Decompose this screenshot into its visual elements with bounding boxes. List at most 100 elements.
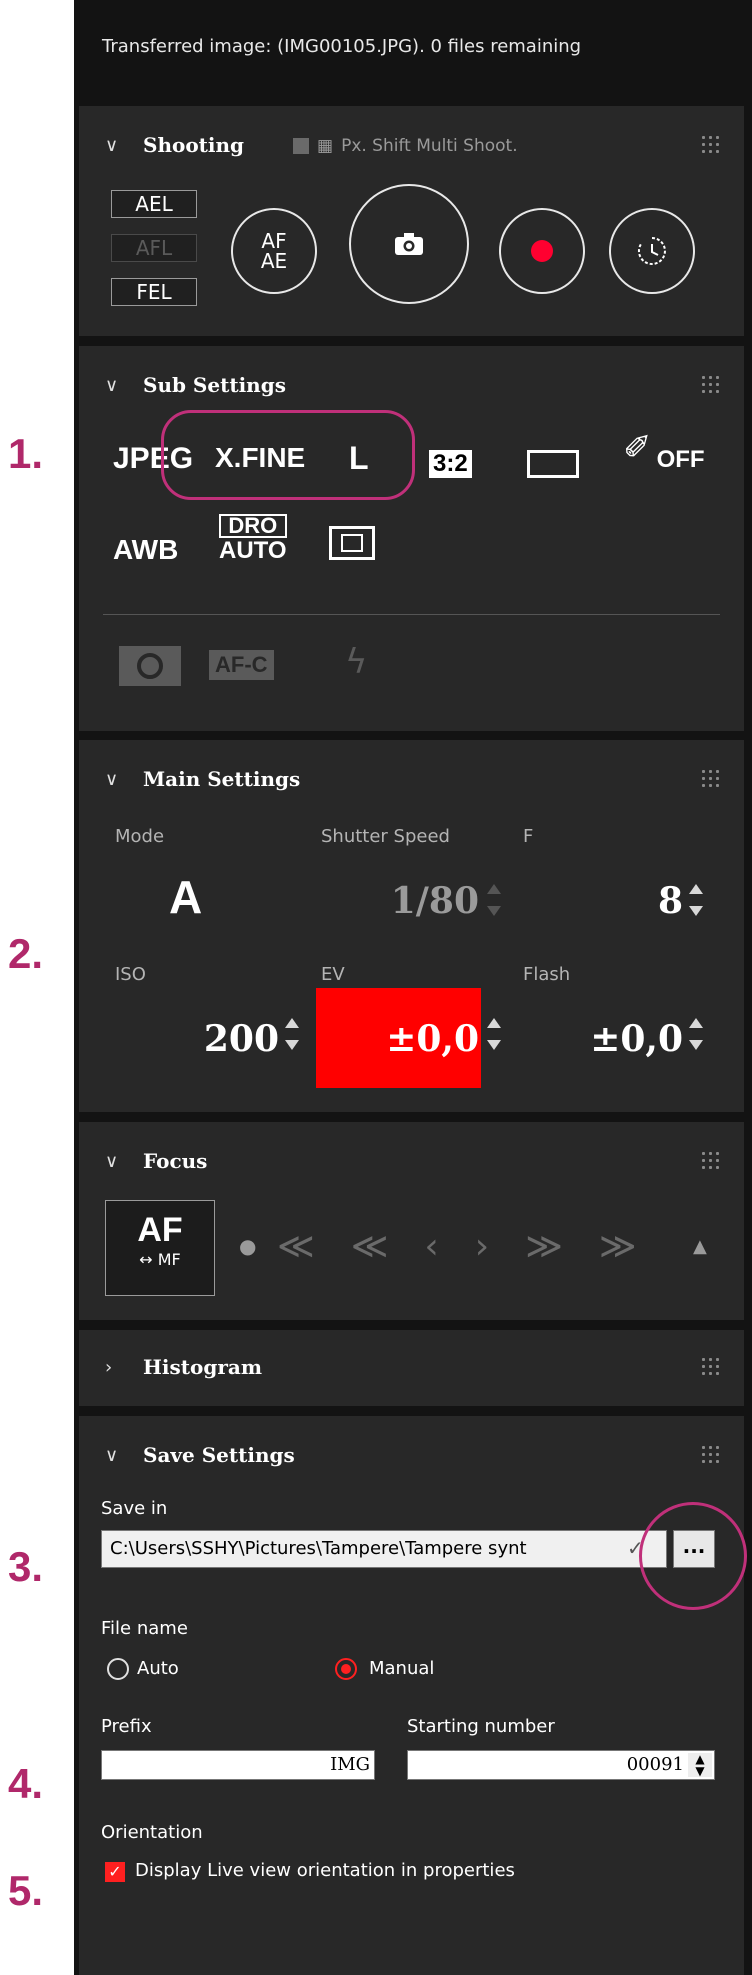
- starting-number-value: 00091: [626, 1754, 684, 1775]
- prefix-label: Prefix: [101, 1716, 152, 1737]
- callout-2: 2.: [8, 930, 44, 977]
- flash-icon: ϟ: [345, 642, 368, 682]
- frame-icon[interactable]: [527, 450, 579, 478]
- ev-stepper[interactable]: [487, 1014, 501, 1054]
- shutter-button[interactable]: [349, 184, 469, 304]
- self-timer-button[interactable]: [609, 208, 695, 294]
- orientation-label: Orientation: [101, 1822, 203, 1843]
- focus-mode-value: AF-C: [209, 650, 274, 680]
- timer-icon: [638, 237, 666, 265]
- white-balance-value[interactable]: AWB: [113, 534, 178, 566]
- shooting-title: Shooting: [143, 133, 245, 157]
- save-settings-section: ∨ Save Settings Save in C:\Users\SSHY\Pi…: [79, 1416, 747, 1975]
- orientation-checkbox[interactable]: ✓: [105, 1862, 125, 1882]
- record-button[interactable]: [499, 208, 585, 294]
- drag-grip-icon[interactable]: [700, 134, 722, 154]
- save-in-label: Save in: [101, 1498, 168, 1519]
- manual-radio[interactable]: [335, 1658, 357, 1680]
- fel-button[interactable]: FEL: [111, 278, 197, 306]
- starting-number-label: Starting number: [407, 1716, 555, 1737]
- chevron-down-icon: ∨: [105, 1444, 119, 1466]
- iso-stepper[interactable]: [285, 1014, 299, 1054]
- grid-icon: ▦: [317, 136, 334, 156]
- focus-far-right-icon[interactable]: ≫: [599, 1226, 637, 1267]
- af-label: AF: [137, 1211, 183, 1249]
- aperture-stepper[interactable]: [689, 880, 703, 920]
- status-text: Transferred image: (IMG00105.JPG). 0 fil…: [102, 36, 582, 57]
- starting-number-stepper[interactable]: ▲ ▼: [688, 1753, 712, 1777]
- dro-top: DRO: [219, 514, 287, 538]
- drag-grip-icon[interactable]: [700, 768, 722, 788]
- metering-mode-icon: [119, 646, 181, 686]
- camera-icon: [395, 233, 423, 255]
- save-settings-header[interactable]: ∨ Save Settings: [105, 1440, 295, 1470]
- aspect-ratio-value[interactable]: 3:2: [429, 450, 472, 478]
- callout-5: 5.: [8, 1867, 44, 1914]
- main-settings-section: ∨ Main Settings Mode Shutter Speed F A 1…: [79, 740, 744, 1112]
- mode-label: Mode: [115, 826, 165, 847]
- ael-button[interactable]: AEL: [111, 190, 197, 218]
- creative-style-button[interactable]: ✐ OFF: [623, 428, 705, 473]
- remote-panel: Transferred image: (IMG00105.JPG). 0 fil…: [74, 0, 752, 1975]
- flash-comp-stepper[interactable]: [689, 1014, 703, 1054]
- shooting-header[interactable]: ∨ Shooting: [105, 130, 244, 160]
- af-ae-button[interactable]: AF AE: [231, 208, 317, 294]
- file-name-label: File name: [101, 1618, 188, 1639]
- record-icon: [531, 240, 553, 262]
- shutter-speed-label: Shutter Speed: [321, 826, 450, 847]
- save-path-value: C:\Users\SSHY\Pictures\Tampere\Tampere s…: [110, 1538, 527, 1559]
- shutter-speed-value[interactable]: 1/80: [339, 880, 479, 922]
- focus-header[interactable]: ∨ Focus: [105, 1146, 207, 1176]
- orientation-checkbox-label: Display Live view orientation in propert…: [135, 1860, 515, 1881]
- sub-settings-header[interactable]: ∨ Sub Settings: [105, 370, 286, 400]
- creative-off-label: OFF: [656, 446, 705, 473]
- flash-comp-label: Flash: [523, 964, 571, 985]
- chevron-down-icon: ∨: [105, 374, 119, 396]
- mode-value: A: [169, 871, 203, 923]
- main-settings-header[interactable]: ∨ Main Settings: [105, 764, 300, 794]
- iso-value[interactable]: 200: [179, 1018, 279, 1060]
- chevron-down-icon: ∨: [105, 768, 119, 790]
- focus-near-left-icon[interactable]: ‹: [424, 1226, 438, 1267]
- px-shift-toggle[interactable]: ▦ Px. Shift Multi Shoot.: [293, 136, 518, 156]
- afl-button[interactable]: AFL: [111, 234, 197, 262]
- section-divider: [103, 614, 720, 615]
- drag-grip-icon[interactable]: [700, 374, 722, 394]
- focus-near-far: ≪ ≪ ‹ › ≫ ≫: [277, 1226, 637, 1267]
- focus-near-right-icon[interactable]: ›: [475, 1226, 489, 1267]
- manual-radio-label: Manual: [369, 1658, 435, 1679]
- chevron-down-icon: ∨: [105, 134, 119, 156]
- callout-1: 1.: [8, 430, 44, 477]
- flash-comp-value[interactable]: ±0,0: [569, 1018, 683, 1060]
- dro-bottom: AUTO: [219, 537, 287, 564]
- drag-grip-icon[interactable]: [700, 1356, 722, 1376]
- histogram-title: Histogram: [143, 1355, 262, 1379]
- af-mf-toggle[interactable]: AF ↔ MF: [105, 1200, 215, 1296]
- prefix-input[interactable]: IMG: [101, 1750, 375, 1780]
- focus-mid-right-icon[interactable]: ≫: [525, 1226, 563, 1267]
- drag-grip-icon[interactable]: [700, 1150, 722, 1170]
- callout-ring-quality: [161, 410, 415, 500]
- dro-button[interactable]: DRO AUTO: [219, 514, 287, 564]
- checkbox-icon: [293, 138, 309, 154]
- callout-4: 4.: [8, 1760, 44, 1807]
- aperture-label: F: [523, 826, 534, 847]
- drag-grip-icon[interactable]: [700, 1444, 722, 1464]
- radio-dot-icon: [341, 1664, 351, 1674]
- starting-number-input[interactable]: 00091 ▲ ▼: [407, 1750, 715, 1780]
- person-icon: ●: [239, 1234, 257, 1258]
- ev-value[interactable]: ±0,0: [341, 1018, 479, 1060]
- px-shift-label: Px. Shift Multi Shoot.: [341, 136, 518, 156]
- aperture-value[interactable]: 8: [599, 880, 683, 922]
- ev-label: EV: [321, 964, 345, 985]
- shutter-speed-stepper[interactable]: [487, 880, 501, 920]
- shooting-section: ∨ Shooting ▦ Px. Shift Multi Shoot. AEL …: [79, 106, 744, 336]
- chevron-down-icon: ∨: [105, 1150, 119, 1172]
- metering-icon[interactable]: [329, 526, 375, 560]
- chevron-right-icon: ›: [105, 1356, 113, 1378]
- save-path-select[interactable]: C:\Users\SSHY\Pictures\Tampere\Tampere s…: [101, 1530, 667, 1568]
- histogram-header[interactable]: › Histogram: [105, 1352, 262, 1382]
- focus-mid-left-icon[interactable]: ≪: [351, 1226, 389, 1267]
- focus-far-left-icon[interactable]: ≪: [277, 1226, 315, 1267]
- auto-radio[interactable]: [107, 1658, 129, 1680]
